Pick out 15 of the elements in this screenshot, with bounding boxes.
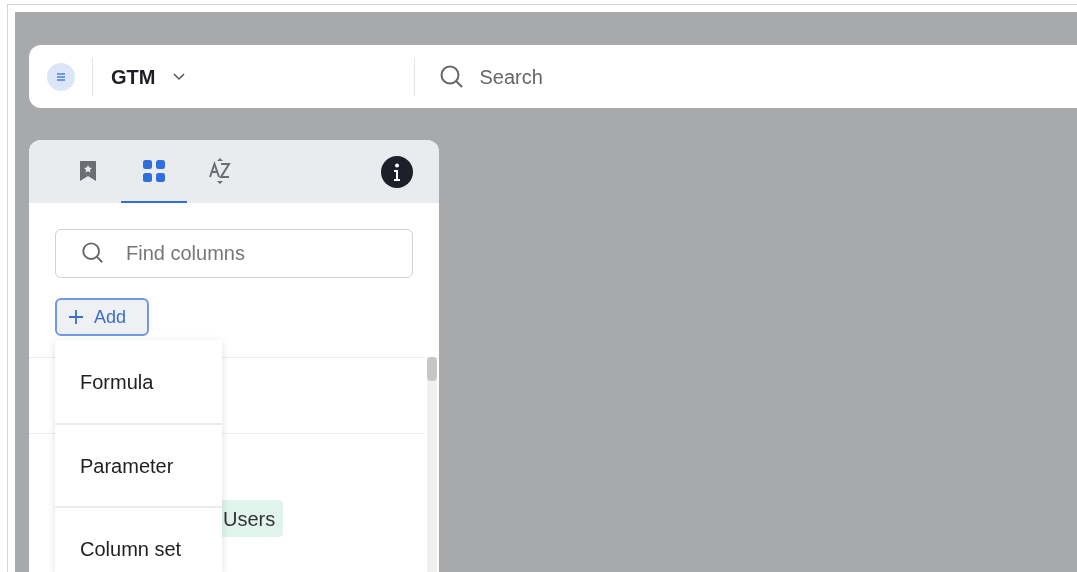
scrollbar[interactable] [427, 357, 437, 572]
menu-item[interactable]: Parameter [55, 423, 222, 506]
sort-icon [208, 156, 232, 185]
chevron-down-icon[interactable] [173, 72, 186, 81]
menu-item[interactable]: Formula [55, 340, 222, 423]
project-title[interactable]: GTM [111, 61, 156, 92]
search-field[interactable]: Search [479, 61, 780, 92]
info-icon[interactable] [381, 156, 413, 188]
bookmark-icon [79, 159, 97, 182]
grid-icon [142, 158, 166, 183]
plus-icon [68, 309, 84, 325]
add-button[interactable]: Add [55, 298, 149, 336]
find-field[interactable]: Find columns [55, 229, 413, 278]
search-icon [81, 241, 105, 265]
menu-icon[interactable] [47, 62, 75, 91]
